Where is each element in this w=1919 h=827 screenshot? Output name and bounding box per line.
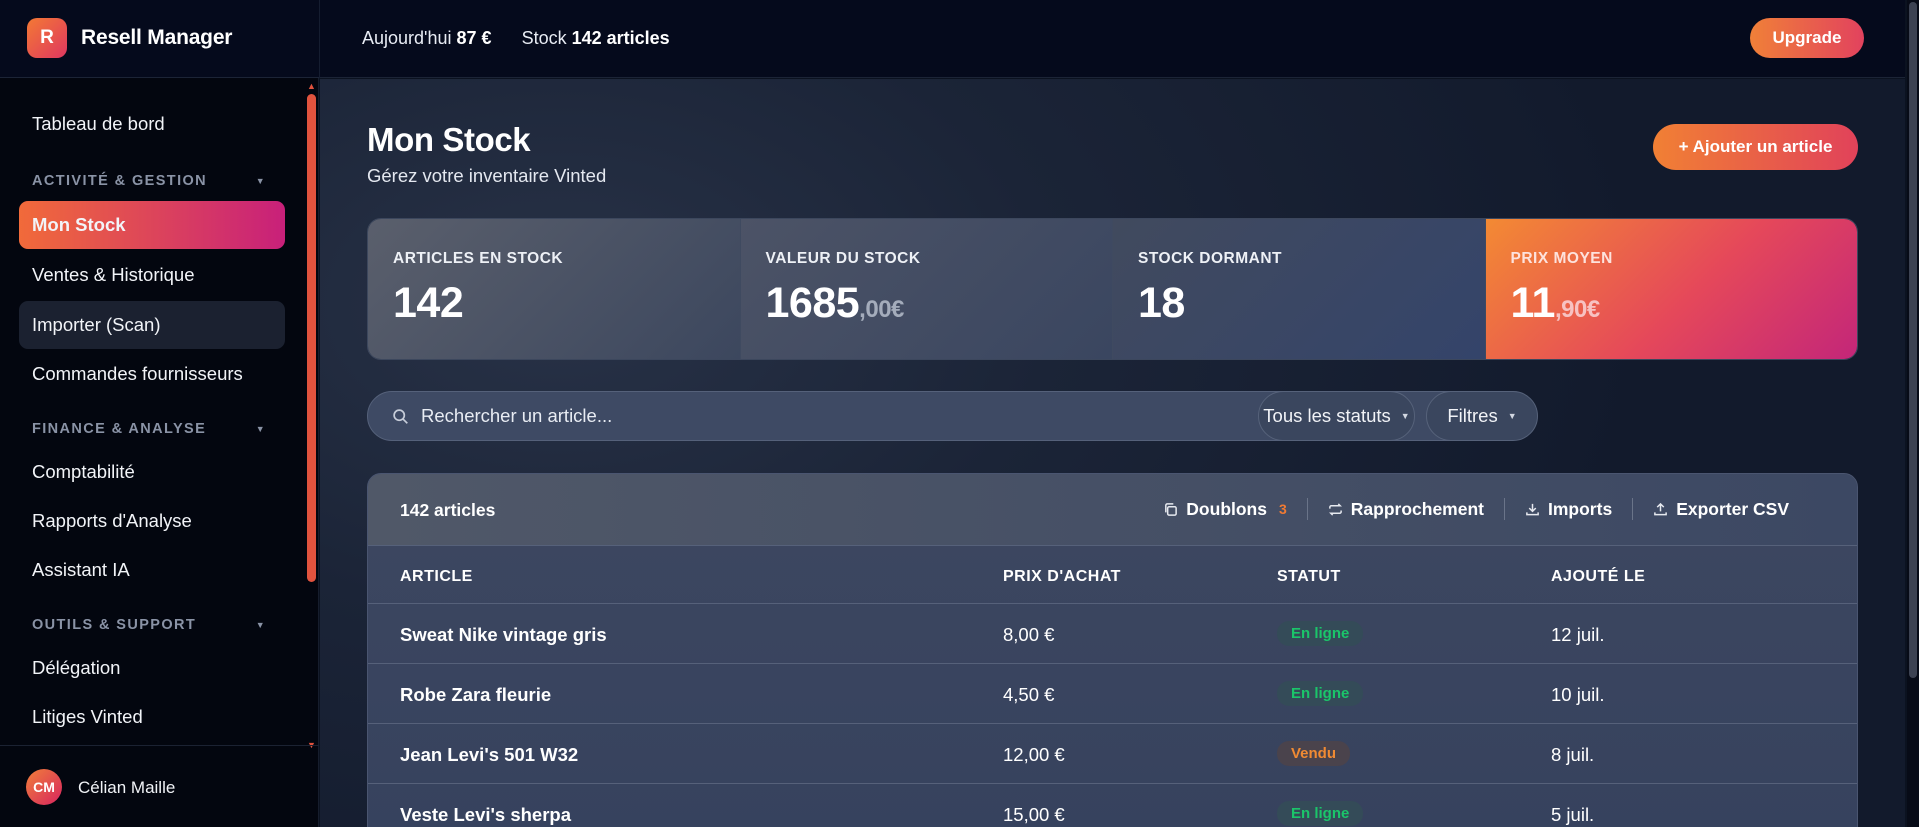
kpi-dormant: STOCK DORMANT 18 <box>1113 219 1486 359</box>
search-input[interactable] <box>421 405 1321 427</box>
kpi-value: 11,90€ <box>1510 279 1601 327</box>
table-actions: Doublons 3 Rapprochement Imports Exporter… <box>1143 498 1809 520</box>
scroll-up-icon[interactable]: ▲ <box>307 82 316 91</box>
kpi-articles: ARTICLES EN STOCK 142 <box>368 219 741 359</box>
chevron-down-icon: ▼ <box>255 424 266 434</box>
kpi-decimals: ,00€ <box>859 296 904 323</box>
purchase-price: 15,00 € <box>1003 804 1065 825</box>
main-content: Mon Stock Gérez votre inventaire Vinted … <box>320 79 1905 827</box>
column-header-price[interactable]: PRIX D'ACHAT <box>1003 568 1121 586</box>
brand[interactable]: R Resell Manager <box>27 18 232 58</box>
filters-button[interactable]: Filtres ▼ <box>1426 391 1538 441</box>
table-row[interactable]: Jean Levi's 501 W32 12,00 € Vendu 8 juil… <box>368 724 1857 784</box>
column-header-article[interactable]: ARTICLE <box>400 568 473 586</box>
main-scrollbar[interactable] <box>1907 0 1919 827</box>
app-logo: R <box>27 18 67 58</box>
avatar: CM <box>26 769 62 805</box>
article-count: 142 articles <box>400 500 496 520</box>
table-row[interactable]: Veste Levi's sherpa 15,00 € En ligne 5 j… <box>368 784 1857 827</box>
repeat-icon <box>1328 502 1342 516</box>
sidebar-item-dashboard[interactable]: Tableau de bord <box>19 100 285 148</box>
section-finance-header[interactable]: FINANCE & ANALYSE ▼ <box>32 421 272 437</box>
added-date: 10 juil. <box>1551 684 1605 705</box>
chevron-down-icon: ▼ <box>255 620 266 630</box>
sidebar-nav: Tableau de bord ACTIVITÉ & GESTION ▼ Mon … <box>0 78 300 746</box>
article-name: Robe Zara fleurie <box>400 684 552 705</box>
sidebar: Tableau de bord ACTIVITÉ & GESTION ▼ Mon … <box>0 78 319 827</box>
kpi-decimals: ,90€ <box>1554 296 1600 323</box>
stock-stat: Stock 142 articles <box>521 28 670 48</box>
column-header-status[interactable]: STATUT <box>1277 568 1341 586</box>
table-header: ARTICLE PRIX D'ACHAT STATUT AJOUTÉ LE <box>368 546 1857 604</box>
duplicates-count: 3 <box>1278 501 1287 517</box>
article-name: Veste Levi's sherpa <box>400 804 571 825</box>
sidebar-scrollbar[interactable]: ▲ ▼ <box>307 82 316 750</box>
copy-icon <box>1165 502 1178 516</box>
kpi-label: ARTICLES EN STOCK <box>393 250 564 267</box>
added-date: 8 juil. <box>1551 744 1595 765</box>
kpi-strip: ARTICLES EN STOCK 142 VALEUR DU STOCK 16… <box>367 218 1858 360</box>
added-date: 12 juil. <box>1551 624 1605 645</box>
sidebar-item-delegation[interactable]: Délégation <box>19 644 285 692</box>
kpi-label: VALEUR DU STOCK <box>765 250 921 267</box>
sidebar-item-disputes[interactable]: Litiges Vinted <box>19 693 285 741</box>
status-badge: Vendu <box>1277 741 1351 766</box>
download-icon <box>1526 503 1539 515</box>
purchase-price: 4,50 € <box>1003 684 1055 705</box>
chevron-down-icon: ▼ <box>1400 411 1410 421</box>
table-row[interactable]: Sweat Nike vintage gris 8,00 € En ligne … <box>368 604 1857 664</box>
sidebar-item-orders[interactable]: Commandes fournisseurs <box>19 350 285 398</box>
divider <box>319 0 320 78</box>
today-stat: Aujourd'hui 87 € <box>362 28 492 48</box>
kpi-average-price: PRIX MOYEN 11,90€ <box>1485 219 1857 359</box>
imports-button[interactable]: Imports <box>1505 499 1632 520</box>
reconcile-button[interactable]: Rapprochement <box>1308 499 1504 520</box>
section-activity-header[interactable]: ACTIVITÉ & GESTION ▼ <box>32 173 272 189</box>
kpi-value: 142 <box>393 279 464 327</box>
app-name: Resell Manager <box>81 26 233 49</box>
kpi-label: STOCK DORMANT <box>1138 250 1282 267</box>
article-name: Sweat Nike vintage gris <box>400 624 607 645</box>
top-bar: R Resell Manager Aujourd'hui 87 € Stock … <box>0 0 1905 78</box>
article-name: Jean Levi's 501 W32 <box>400 744 579 765</box>
status-badge: En ligne <box>1277 621 1364 646</box>
kpi-label: PRIX MOYEN <box>1510 250 1613 267</box>
page-title: Mon Stock <box>367 121 531 158</box>
kpi-value: 1685,00€ <box>765 279 905 327</box>
table-toolbar: 142 articles Doublons 3 Rapprochement Imp… <box>368 474 1857 546</box>
column-header-date[interactable]: AJOUTÉ LE <box>1551 568 1645 586</box>
status-badge: En ligne <box>1277 801 1364 826</box>
status-badge: En ligne <box>1277 681 1364 706</box>
sidebar-item-import[interactable]: Importer (Scan) <box>19 301 285 349</box>
table-row[interactable]: Robe Zara fleurie 4,50 € En ligne 10 jui… <box>368 664 1857 724</box>
purchase-price: 12,00 € <box>1003 744 1065 765</box>
kpi-stock-value: VALEUR DU STOCK 1685,00€ <box>740 219 1113 359</box>
top-stats: Aujourd'hui 87 € Stock 142 articles <box>362 28 670 49</box>
upgrade-button[interactable]: Upgrade <box>1750 18 1864 58</box>
sidebar-item-stock[interactable]: Mon Stock <box>19 201 285 249</box>
stock-table: 142 articles Doublons 3 Rapprochement Imp… <box>367 473 1858 827</box>
added-date: 5 juil. <box>1551 804 1595 825</box>
user-name: Célian Maille <box>78 778 176 797</box>
sidebar-item-accounting[interactable]: Comptabilité <box>19 448 285 496</box>
add-article-button[interactable]: + Ajouter un article <box>1653 124 1858 170</box>
sidebar-item-assistant[interactable]: Assistant IA <box>19 546 285 594</box>
search-icon <box>393 408 408 424</box>
user-footer[interactable]: CM Célian Maille <box>0 745 319 827</box>
main-scroll-thumb[interactable] <box>1909 2 1917 678</box>
status-select[interactable]: Tous les statuts ▼ <box>1258 391 1415 441</box>
section-tools-header[interactable]: OUTILS & SUPPORT ▼ <box>32 617 272 633</box>
sidebar-item-reports[interactable]: Rapports d'Analyse <box>19 497 285 545</box>
purchase-price: 8,00 € <box>1003 624 1055 645</box>
upload-icon <box>1654 502 1668 515</box>
sidebar-scroll-thumb[interactable] <box>307 94 316 582</box>
export-csv-button[interactable]: Exporter CSV <box>1633 499 1809 520</box>
chevron-down-icon: ▼ <box>255 176 266 186</box>
kpi-value: 18 <box>1138 279 1185 327</box>
sidebar-item-sales[interactable]: Ventes & Historique <box>19 251 285 299</box>
chevron-down-icon: ▼ <box>1507 411 1517 421</box>
duplicates-button[interactable]: Doublons 3 <box>1143 499 1306 520</box>
page-subtitle: Gérez votre inventaire Vinted <box>367 165 607 186</box>
